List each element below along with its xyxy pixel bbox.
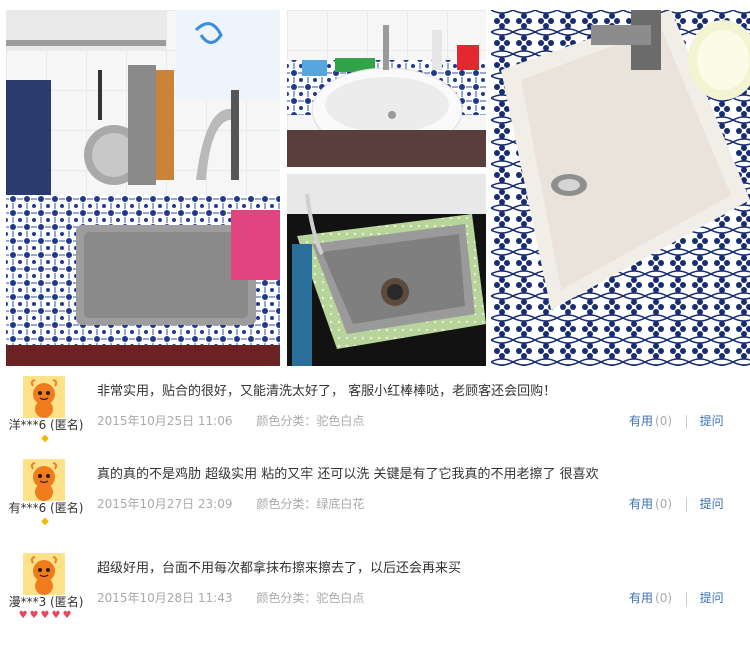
avatar-mascot-icon (23, 459, 65, 501)
review-item: 有***6 (匿名) ◆ 真的真的不是鸡肋 超级实用 粘的又牢 还可以洗 关键是… (0, 451, 750, 539)
heart-badge-icon: ♥ (40, 610, 50, 621)
photo-white-bathroom-basin[interactable] (287, 10, 486, 167)
review-content: 真的真的不是鸡肋 超级实用 粘的又牢 还可以洗 关键是有了它我真的不用老擦了 很… (97, 467, 599, 482)
useful-button[interactable]: 有用 (0) (629, 591, 672, 605)
useful-count: (0) (655, 591, 673, 605)
review-actions: 有用 (0) 提问 (629, 412, 724, 429)
useful-label: 有用 (629, 497, 654, 511)
review-color-category: 颜色分类：绿底白花 (256, 497, 365, 511)
photo-stainless-sink-green-border[interactable] (287, 174, 486, 366)
photo-kitchen-sink-blue-tiles[interactable] (6, 10, 280, 366)
ask-question-link[interactable]: 提问 (700, 497, 724, 511)
diamond-badge-icon: ◆ (41, 433, 49, 444)
avatar[interactable] (23, 553, 65, 595)
avatar[interactable] (23, 376, 65, 418)
review-content: 非常实用，贴合的很好，又能清洗太好了， 客服小红棒棒哒，老顾客还会回购！ (97, 384, 557, 399)
review-photo-gallery (0, 0, 750, 366)
reviewer-level-badges: ◆ (10, 517, 80, 527)
review-actions: 有用 (0) 提问 (629, 589, 724, 606)
ask-question-link[interactable]: 提问 (700, 414, 724, 428)
review-item: 漫***3 (匿名) ♥ ♥ ♥ ♥ ♥ 超级好用，台面不用每次都拿抹布擦来擦去了，以后… (0, 545, 750, 633)
reviewer-username[interactable]: 洋***6 (匿名) (4, 416, 88, 433)
heart-badge-icon: ♥ (62, 610, 72, 621)
useful-label: 有用 (629, 591, 654, 605)
review-actions: 有用 (0) 提问 (629, 495, 724, 512)
useful-button[interactable]: 有用 (0) (629, 414, 672, 428)
reviewer-username[interactable]: 漫***3 (匿名) (4, 593, 88, 610)
reviewer-level-badges: ◆ (10, 434, 80, 444)
useful-count: (0) (655, 497, 673, 511)
reviewer-username[interactable]: 有***6 (匿名) (4, 499, 88, 516)
action-divider (685, 497, 687, 512)
useful-label: 有用 (629, 414, 654, 428)
diamond-badge-icon: ◆ (41, 516, 49, 527)
photo-basin-closeup-blue-pattern[interactable] (491, 10, 750, 366)
review-meta: 2015年10月27日 23:09 颜色分类：绿底白花 (97, 495, 364, 512)
review-color-category: 颜色分类：驼色白点 (256, 414, 365, 428)
review-content: 超级好用，台面不用每次都拿抹布擦来擦去了，以后还会再来买 (97, 561, 462, 576)
useful-count: (0) (655, 414, 673, 428)
avatar-mascot-icon (23, 376, 65, 418)
heart-badge-icon: ♥ (29, 610, 39, 621)
review-date: 2015年10月25日 11:06 (97, 414, 233, 428)
review-item: 洋***6 (匿名) ◆ 非常实用，贴合的很好，又能清洗太好了， 客服小红棒棒哒… (0, 368, 750, 456)
reviewer-level-badges: ♥ ♥ ♥ ♥ ♥ (10, 611, 80, 621)
review-meta: 2015年10月25日 11:06 颜色分类：驼色白点 (97, 412, 364, 429)
review-date: 2015年10月27日 23:09 (97, 497, 233, 511)
review-date: 2015年10月28日 11:43 (97, 591, 233, 605)
review-meta: 2015年10月28日 11:43 颜色分类：驼色白点 (97, 589, 364, 606)
review-color-category: 颜色分类：驼色白点 (256, 591, 365, 605)
action-divider (685, 414, 687, 429)
heart-badge-icon: ♥ (51, 610, 61, 621)
useful-button[interactable]: 有用 (0) (629, 497, 672, 511)
heart-badge-icon: ♥ (18, 610, 28, 621)
avatar-mascot-icon (23, 553, 65, 595)
avatar[interactable] (23, 459, 65, 501)
ask-question-link[interactable]: 提问 (700, 591, 724, 605)
action-divider (685, 591, 687, 606)
